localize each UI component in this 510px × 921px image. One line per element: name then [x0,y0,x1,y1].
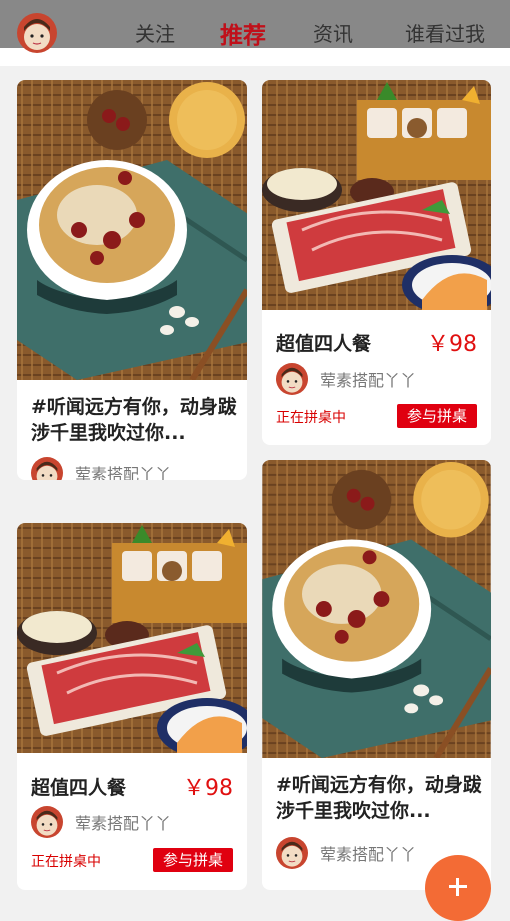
author-name: 荤素搭配丫丫 [320,371,417,390]
post-card[interactable]: #听闻远方有你，动身跋涉千里我吹过你... 荤素搭配丫丫 [262,460,491,890]
tab-recommended[interactable]: 推荐 [220,16,266,50]
meal-image [17,523,247,753]
nav-divider [0,48,510,66]
join-table-button[interactable]: 参与拼桌 [397,404,477,428]
group-meal-card[interactable]: 超值四人餐 ￥98 荤素搭配丫丫 正在拼桌中 参与拼桌 [17,523,247,890]
post-author[interactable]: 荤素搭配丫丫 [31,457,171,480]
meal-image [262,80,491,310]
plus-icon[interactable] [425,855,491,921]
tab-news[interactable]: 资讯 [313,18,353,47]
post-author[interactable]: 荤素搭配丫丫 [276,837,416,869]
post-title: #听闻远方有你，动身跋涉千里我吹过你... [31,396,237,444]
meal-price: ￥98 [427,332,477,357]
status-text: 正在拼桌中 [276,410,346,426]
post-title: #听闻远方有你，动身跋涉千里我吹过你... [276,774,482,822]
author-name: 荤素搭配丫丫 [320,845,417,864]
author-avatar [276,363,308,395]
user-avatar[interactable] [17,13,57,53]
meal-title: 超值四人餐 [31,777,127,799]
meal-title: 超值四人餐 [276,333,372,355]
tab-following[interactable]: 关注 [135,18,175,47]
group-meal-card[interactable]: 超值四人餐 ￥98 荤素搭配丫丫 正在拼桌中 参与拼桌 [262,80,491,445]
join-table-button[interactable]: 参与拼桌 [153,848,233,872]
status-text: 正在拼桌中 [31,854,101,870]
author-avatar [276,837,308,869]
author-avatar [31,806,63,838]
post-image [17,80,247,380]
author-name: 荤素搭配丫丫 [75,465,172,480]
post-card[interactable]: #听闻远方有你，动身跋涉千里我吹过你... 荤素搭配丫丫 [17,80,247,480]
author-avatar [31,457,63,480]
tab-visitors[interactable]: 谁看过我 [405,18,485,47]
post-author[interactable]: 荤素搭配丫丫 [276,363,416,395]
post-author[interactable]: 荤素搭配丫丫 [31,806,171,838]
post-image [262,460,491,758]
meal-price: ￥98 [183,776,233,801]
author-name: 荤素搭配丫丫 [75,814,172,833]
